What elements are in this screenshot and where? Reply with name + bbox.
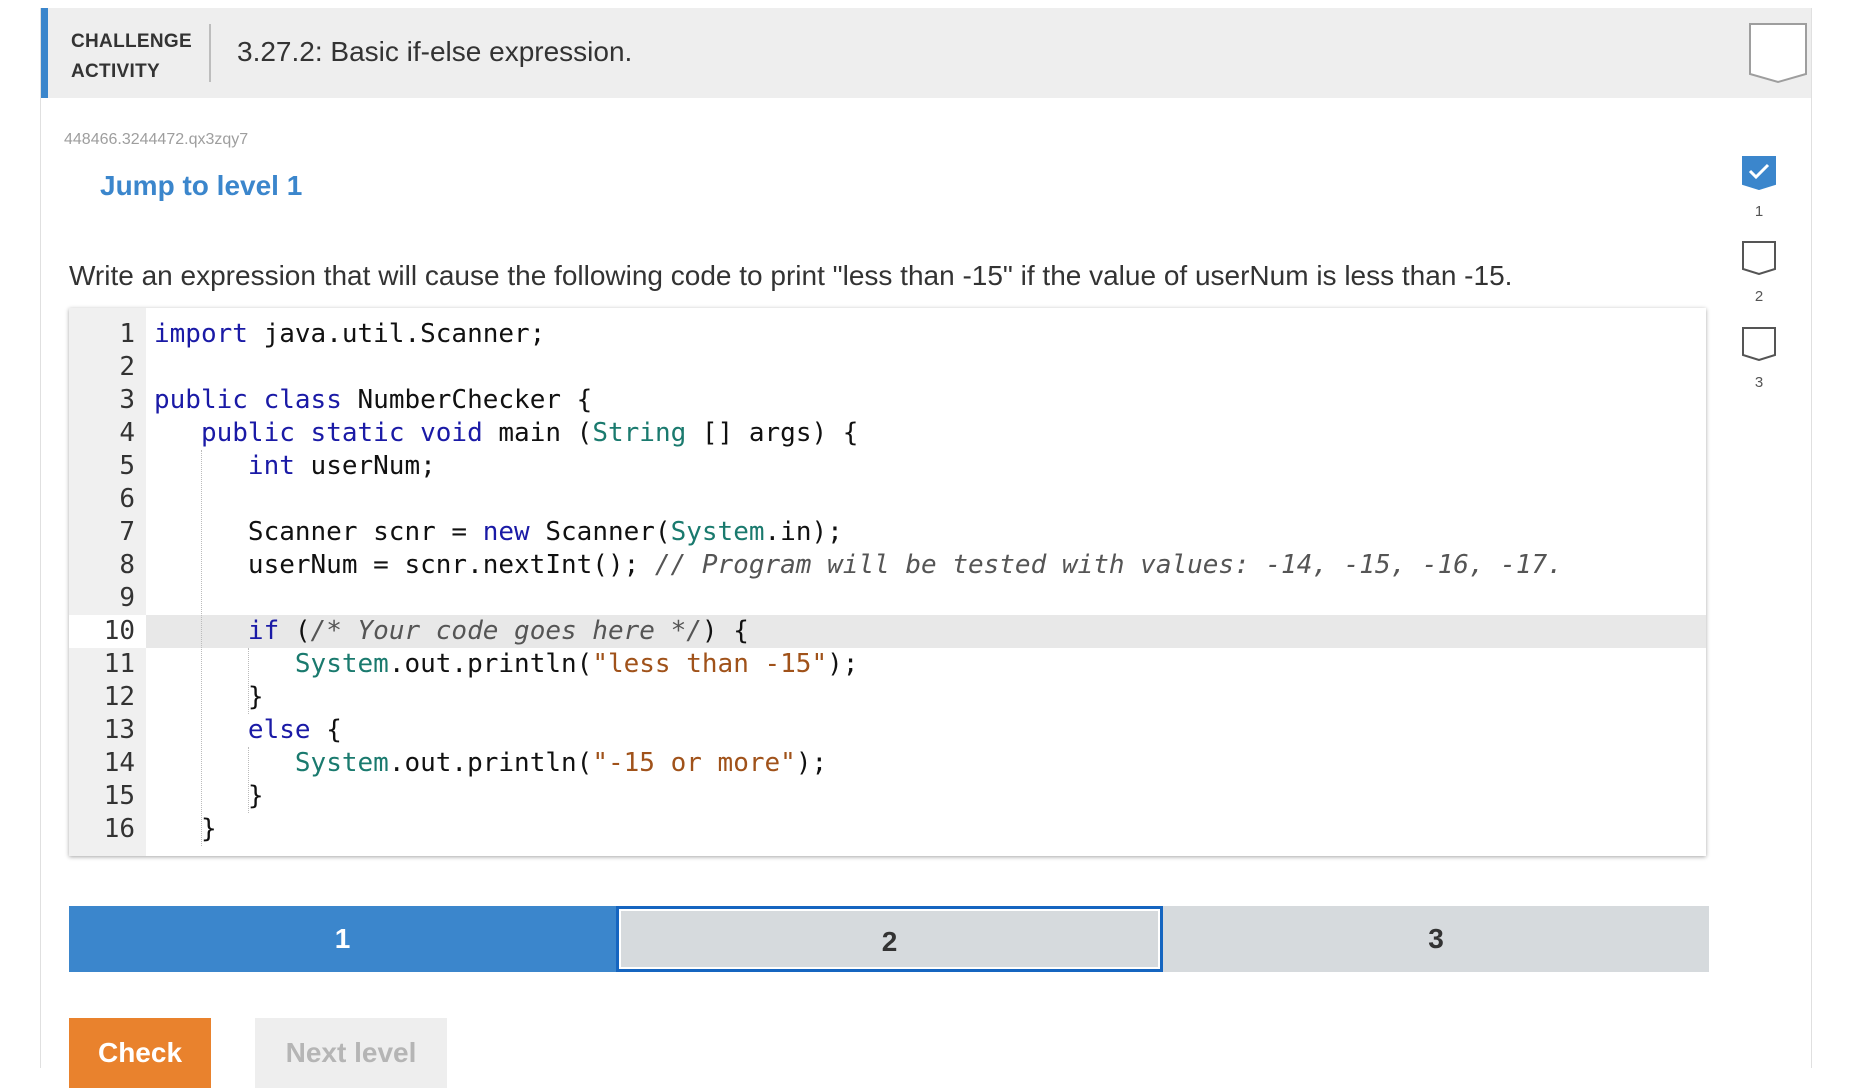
line-code[interactable]: userNum = scnr.nextInt(); // Program wil… bbox=[154, 549, 1563, 582]
code-line[interactable]: 1 import java.util.Scanner; bbox=[69, 318, 1706, 351]
level-2-tab[interactable]: 2 bbox=[616, 906, 1163, 972]
line-number: 12 bbox=[103, 682, 135, 712]
line-number: 16 bbox=[103, 814, 135, 844]
activity-type-line1: CHALLENGE bbox=[71, 31, 192, 52]
line-code[interactable]: public class NumberChecker { bbox=[154, 384, 592, 417]
code-line[interactable]: 3 public class NumberChecker { bbox=[69, 384, 1706, 417]
code-line[interactable]: 12 } bbox=[69, 681, 1706, 714]
line-number: 9 bbox=[119, 583, 135, 613]
line-code[interactable]: import java.util.Scanner; bbox=[154, 318, 545, 351]
line-code[interactable]: } bbox=[154, 813, 217, 846]
indent-guide bbox=[247, 648, 249, 714]
code-line[interactable]: 4 public static void main (String [] arg… bbox=[69, 417, 1706, 450]
code-line[interactable]: 15 } bbox=[69, 780, 1706, 813]
code-line[interactable]: 5 int userNum; bbox=[69, 450, 1706, 483]
line-number: 15 bbox=[103, 781, 135, 811]
line-number: 7 bbox=[119, 517, 135, 547]
next-level-button[interactable]: Next level bbox=[255, 1018, 447, 1088]
line-number: 11 bbox=[103, 649, 135, 679]
code-line[interactable]: 10 if (/* Your code goes here */) { bbox=[69, 615, 1706, 648]
line-code[interactable]: public static void main (String [] args)… bbox=[154, 417, 858, 450]
code-line[interactable]: 8 userNum = scnr.nextInt(); // Program w… bbox=[69, 549, 1706, 582]
jump-to-level-link[interactable]: Jump to level 1 bbox=[100, 170, 302, 202]
header-divider bbox=[209, 24, 211, 82]
empty-level-icon bbox=[1742, 241, 1776, 275]
line-number: 13 bbox=[103, 715, 135, 745]
line-number: 5 bbox=[119, 451, 135, 481]
code-line[interactable]: 7 Scanner scnr = new Scanner(System.in); bbox=[69, 516, 1706, 549]
line-number: 3 bbox=[119, 385, 135, 415]
level-1-tab[interactable]: 1 bbox=[69, 906, 616, 972]
check-button[interactable]: Check bbox=[69, 1018, 211, 1088]
code-line[interactable]: 6 bbox=[69, 483, 1706, 516]
line-number: 6 bbox=[119, 484, 135, 514]
level-progress-bar: 1 2 3 bbox=[69, 906, 1709, 972]
activity-title: 3.27.2: Basic if-else expression. bbox=[237, 36, 633, 67]
completion-badge-icon bbox=[1749, 23, 1807, 84]
line-number: 10 bbox=[69, 615, 135, 648]
instructions-text: Write an expression that will cause the … bbox=[69, 260, 1513, 291]
code-line[interactable]: 11 System.out.println("less than -15"); bbox=[69, 648, 1706, 681]
code-line[interactable]: 13 else { bbox=[69, 714, 1706, 747]
code-line[interactable]: 9 bbox=[69, 582, 1706, 615]
line-code[interactable]: System.out.println("less than -15"); bbox=[154, 648, 859, 681]
line-number: 4 bbox=[119, 418, 135, 448]
activity-type-label: CHALLENGE ACTIVITY bbox=[71, 27, 192, 87]
code-line[interactable]: 16 } bbox=[69, 813, 1706, 846]
side-level-1-label: 1 bbox=[1754, 203, 1764, 220]
empty-level-icon bbox=[1742, 327, 1776, 361]
activity-id: 448466.3244472.qx3zqy7 bbox=[64, 131, 249, 148]
checkmark-icon bbox=[1742, 156, 1776, 190]
code-line[interactable]: 14 System.out.println("-15 or more"); bbox=[69, 747, 1706, 780]
line-code[interactable]: System.out.println("-15 or more"); bbox=[154, 747, 827, 780]
line-number: 8 bbox=[119, 550, 135, 580]
activity-header: CHALLENGE ACTIVITY 3.27.2: Basic if-else… bbox=[41, 8, 1811, 98]
line-code[interactable]: if (/* Your code goes here */) { bbox=[154, 615, 749, 648]
line-code[interactable]: else { bbox=[154, 714, 342, 747]
indent-guide bbox=[200, 450, 202, 846]
challenge-activity-card: CHALLENGE ACTIVITY 3.27.2: Basic if-else… bbox=[40, 8, 1812, 1088]
code-editor[interactable]: 1 import java.util.Scanner; 2 3 public class… bbox=[69, 308, 1706, 856]
side-level-2-label: 2 bbox=[1754, 288, 1764, 305]
activity-type-line2: ACTIVITY bbox=[71, 61, 160, 82]
code-line[interactable]: 2 bbox=[69, 351, 1706, 384]
line-number: 2 bbox=[119, 352, 135, 382]
line-code[interactable]: Scanner scnr = new Scanner(System.in); bbox=[154, 516, 843, 549]
side-level-3-label: 3 bbox=[1754, 374, 1764, 391]
indent-guide bbox=[247, 747, 249, 813]
line-number: 14 bbox=[103, 748, 135, 778]
line-number: 1 bbox=[119, 319, 135, 349]
level-3-tab[interactable]: 3 bbox=[1163, 906, 1709, 972]
line-code[interactable]: int userNum; bbox=[154, 450, 436, 483]
